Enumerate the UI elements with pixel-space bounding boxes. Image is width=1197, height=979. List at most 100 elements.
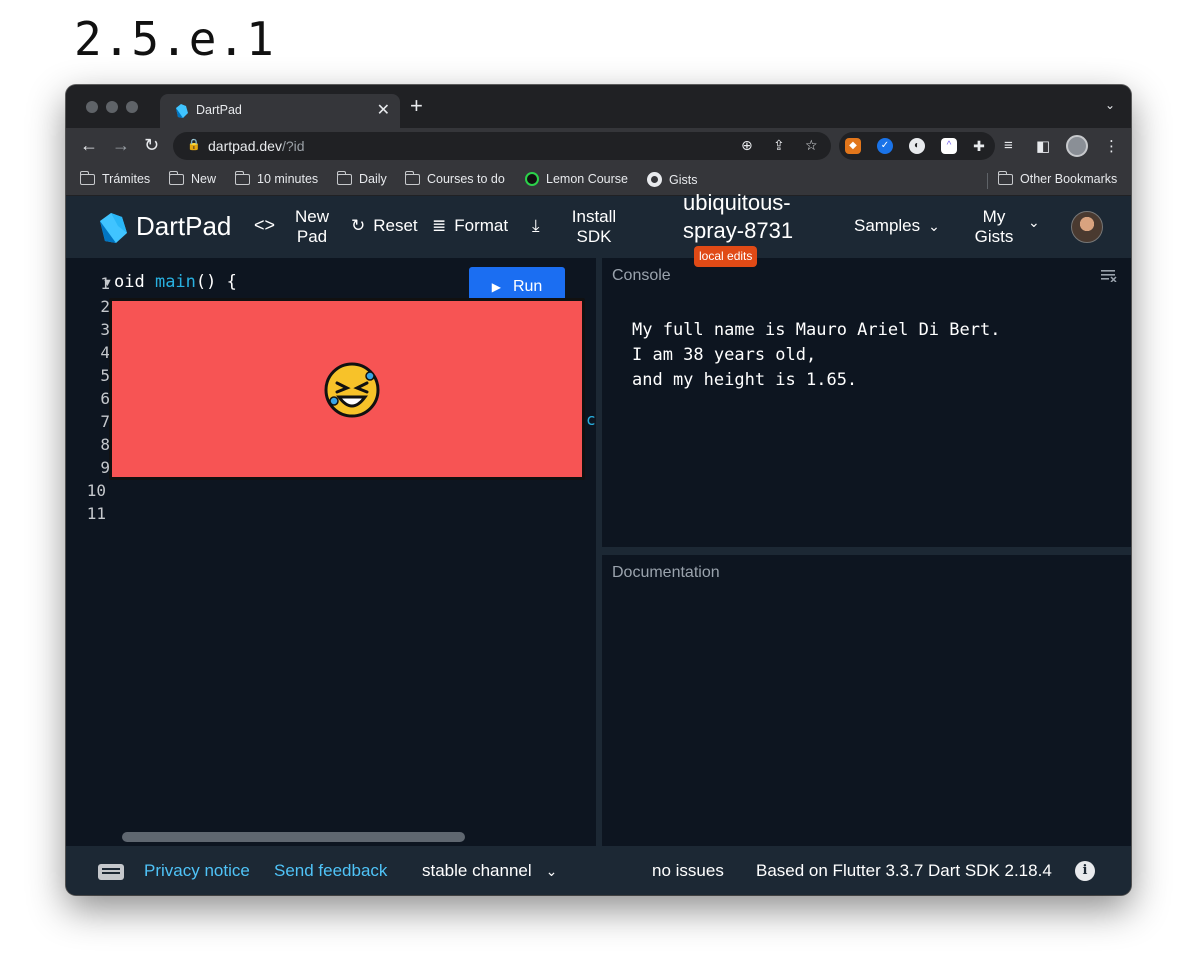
bookmark-gists[interactable]: Gists bbox=[647, 172, 697, 187]
bookmark-label: Lemon Course bbox=[546, 172, 628, 186]
browser-window: DartPad ✕ + ⌄ ← → ↻ 🔒 dartpad.dev/?id ⊕ … bbox=[66, 85, 1131, 895]
new-pad-button[interactable]: New Pad bbox=[292, 207, 332, 247]
menu-kebab-icon[interactable]: ⋮ bbox=[1104, 137, 1119, 155]
play-icon: ▶ bbox=[491, 280, 501, 294]
line-number: 3 bbox=[100, 320, 110, 339]
refresh-icon: ↻ bbox=[351, 216, 366, 235]
bookmark-new[interactable]: New bbox=[168, 170, 216, 186]
line-number: 9 bbox=[100, 458, 110, 477]
code-editor[interactable]: 1 2 3 4 5 6 7 8 9 10 11 ▼ oid main() { ▶… bbox=[66, 258, 596, 846]
dartpad-brand[interactable]: DartPad bbox=[136, 211, 231, 242]
reload-icon[interactable]: ↻ bbox=[144, 135, 159, 156]
url-text: dartpad.dev/?id bbox=[208, 138, 305, 154]
clickup-extension-icon[interactable]: ^ bbox=[941, 138, 957, 154]
page-heading: 2.5.e.1 bbox=[74, 12, 275, 66]
line-number: 6 bbox=[100, 389, 110, 408]
user-avatar[interactable] bbox=[1071, 211, 1103, 243]
documentation-panel: Documentation bbox=[602, 555, 1131, 846]
documentation-label: Documentation bbox=[612, 564, 720, 581]
profile-avatar-icon[interactable] bbox=[1066, 135, 1088, 157]
gist-title-line1: ubiquitous- bbox=[683, 190, 791, 215]
my-gists-line1: My bbox=[982, 207, 1006, 226]
console-label: Console bbox=[612, 267, 671, 284]
tab-search-chevron-icon[interactable]: ⌄ bbox=[1105, 98, 1115, 112]
metamask-extension-icon[interactable]: ◆ bbox=[845, 138, 861, 154]
extensions-puzzle-icon[interactable]: ✚ bbox=[971, 138, 987, 154]
lock-icon: 🔒 bbox=[187, 139, 201, 151]
samples-dropdown[interactable]: Samples ⌄ bbox=[854, 216, 940, 236]
bookmark-10-minutes[interactable]: 10 minutes bbox=[234, 170, 318, 186]
chevron-down-icon[interactable]: ⌄ bbox=[1028, 214, 1040, 231]
line-number: 4 bbox=[100, 343, 110, 362]
chevron-down-icon: ⌄ bbox=[545, 863, 558, 879]
folder-icon bbox=[404, 170, 420, 185]
new-tab-icon[interactable]: + bbox=[410, 93, 423, 119]
keyboard-icon[interactable] bbox=[98, 864, 124, 880]
bookmark-courses-to-do[interactable]: Courses to do bbox=[404, 170, 505, 186]
share-icon[interactable]: ⇪ bbox=[773, 137, 785, 154]
bookmark-tramites[interactable]: Trámites bbox=[79, 170, 151, 186]
side-panel-icon[interactable]: ◧ bbox=[1036, 137, 1050, 155]
bookmark-lemon-course[interactable]: Lemon Course bbox=[525, 172, 628, 186]
horizontal-scrollbar[interactable] bbox=[122, 832, 465, 842]
tab-dartpad[interactable]: DartPad ✕ bbox=[160, 94, 400, 128]
bookmark-other[interactable]: Other Bookmarks bbox=[997, 170, 1117, 186]
install-label-line2: SDK bbox=[576, 227, 612, 246]
zoom-window-dot[interactable] bbox=[126, 101, 138, 113]
run-label: Run bbox=[512, 278, 543, 295]
gist-title[interactable]: ubiquitous- spray-8731 bbox=[683, 189, 823, 245]
horizontal-splitter[interactable] bbox=[602, 547, 1131, 555]
format-label: Format bbox=[454, 216, 509, 235]
bookmark-daily[interactable]: Daily bbox=[336, 170, 387, 186]
redaction-overlay bbox=[109, 298, 585, 480]
code-function-name: main bbox=[154, 272, 196, 292]
install-label-line1: Install bbox=[571, 207, 617, 226]
samples-label: Samples bbox=[854, 216, 921, 235]
address-bar[interactable]: 🔒 dartpad.dev/?id ⊕ ⇪ ☆ bbox=[173, 132, 831, 160]
channel-label: stable channel bbox=[422, 861, 532, 880]
url-host: dartpad.dev bbox=[208, 138, 282, 154]
bookmark-label: Trámites bbox=[102, 172, 151, 186]
send-feedback-link[interactable]: Send feedback bbox=[274, 861, 387, 881]
tab-strip: DartPad ✕ + ⌄ bbox=[66, 85, 1131, 128]
bookmarks-bar: Trámites New 10 minutes Daily Courses to… bbox=[66, 165, 1131, 196]
zoom-icon[interactable]: ⊕ bbox=[741, 137, 753, 154]
console-panel: Console My full name is Mauro Ariel Di B… bbox=[602, 258, 1131, 547]
download-icon[interactable]: ⤓ bbox=[532, 216, 540, 236]
my-gists-dropdown[interactable]: My Gists bbox=[971, 207, 1017, 247]
code-line-1: oid main() { bbox=[114, 272, 237, 292]
reset-button[interactable]: ↻ Reset bbox=[351, 216, 418, 236]
forward-arrow-icon[interactable]: → bbox=[112, 135, 130, 156]
bookmark-star-icon[interactable]: ☆ bbox=[805, 137, 818, 154]
line-number: 10 bbox=[86, 481, 106, 500]
folder-icon bbox=[79, 170, 95, 185]
chevron-down-icon: ⌄ bbox=[928, 217, 940, 234]
clear-console-icon[interactable] bbox=[1101, 270, 1117, 282]
folder-icon bbox=[234, 170, 250, 185]
laughing-emoji-icon bbox=[324, 362, 380, 418]
bookmarks-divider bbox=[987, 173, 988, 189]
dart-favicon-icon bbox=[176, 104, 188, 118]
bookmark-label: Courses to do bbox=[427, 172, 505, 186]
reader-extension-icon[interactable]: ◐ bbox=[909, 138, 925, 154]
format-button[interactable]: ≣ Format bbox=[432, 216, 508, 236]
close-window-dot[interactable] bbox=[86, 101, 98, 113]
sdk-version: Based on Flutter 3.3.7 Dart SDK 2.18.4 bbox=[756, 861, 1052, 880]
reading-list-icon[interactable]: ≡ bbox=[1004, 137, 1013, 154]
info-icon[interactable]: i bbox=[1075, 861, 1095, 881]
back-arrow-icon[interactable]: ← bbox=[80, 135, 98, 156]
channel-dropdown[interactable]: stable channel ⌄ bbox=[422, 861, 557, 881]
dart-logo-icon bbox=[100, 213, 127, 243]
tab-close-icon[interactable]: ✕ bbox=[377, 100, 390, 120]
check-extension-icon[interactable]: ✓ bbox=[877, 138, 893, 154]
minimize-window-dot[interactable] bbox=[106, 101, 118, 113]
line-number: 11 bbox=[86, 504, 106, 523]
format-align-icon: ≣ bbox=[432, 216, 447, 235]
tab-title: DartPad bbox=[196, 103, 242, 117]
install-sdk-button[interactable]: Install SDK bbox=[566, 207, 622, 247]
privacy-notice-link[interactable]: Privacy notice bbox=[144, 861, 250, 881]
fold-arrow-icon[interactable]: ▼ bbox=[102, 277, 113, 289]
local-edits-badge: local edits bbox=[694, 246, 758, 267]
url-path: /?id bbox=[281, 138, 305, 154]
github-icon bbox=[647, 172, 662, 187]
